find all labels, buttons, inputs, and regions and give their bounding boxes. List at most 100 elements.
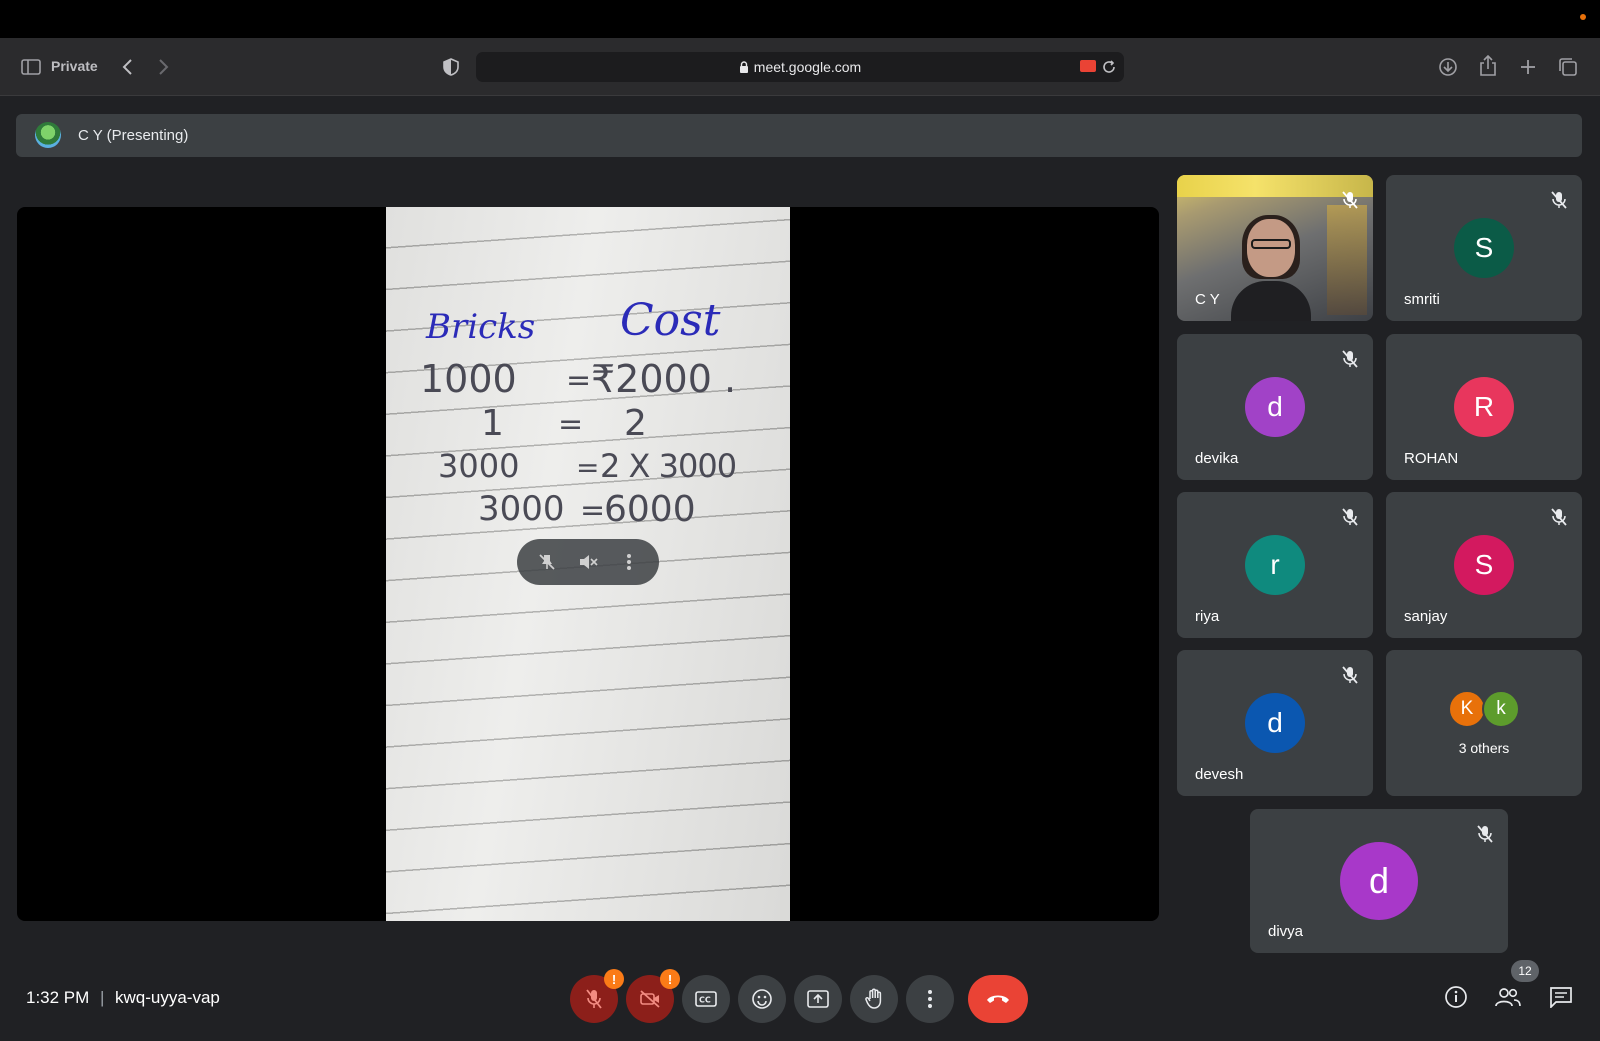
camera-off-icon (640, 990, 660, 1008)
presenter-label: C Y (Presenting) (78, 127, 189, 144)
participant-name: sanjay (1404, 608, 1448, 625)
muted-mic-icon (1339, 348, 1361, 370)
meeting-time: 1:32 PM (26, 988, 90, 1007)
participant-name: ROHAN (1404, 450, 1459, 467)
participant-tile-cy[interactable]: C Y (1177, 175, 1373, 321)
chat-button[interactable] (1546, 982, 1576, 1012)
avatar: R (1454, 377, 1514, 437)
avatar: d (1245, 377, 1305, 437)
camera-in-use-icon[interactable] (1080, 60, 1096, 72)
participant-name: devesh (1195, 766, 1244, 783)
participant-video (1231, 215, 1311, 321)
participant-tile-riya[interactable]: r riya (1177, 492, 1373, 638)
mic-off-icon (586, 989, 602, 1009)
info-icon (1445, 986, 1467, 1008)
reload-icon[interactable] (1100, 58, 1118, 76)
people-icon (1495, 988, 1521, 1007)
muted-mic-icon (1548, 189, 1570, 211)
end-call-icon (987, 995, 1009, 1003)
participant-name: divya (1268, 923, 1304, 940)
tab-overview-icon[interactable] (1556, 55, 1580, 79)
presentation-stage[interactable]: Bricks Cost 1000 = ₹2000 . 1 = 2 3000 = … (17, 207, 1159, 921)
handwritten-heading-bricks: Bricks (426, 307, 536, 347)
emoji-icon (752, 989, 772, 1009)
row-3-eq: = (576, 451, 600, 484)
participant-tile-devesh[interactable]: d devesh (1177, 650, 1373, 796)
participant-tile-others[interactable]: K k 3 others (1386, 650, 1582, 796)
row-1-eq: = (566, 363, 592, 398)
microphone-toggle-button[interactable]: ! (570, 969, 624, 1023)
participant-count-badge: 12 (1511, 960, 1539, 982)
row-1-right: ₹2000 . (591, 357, 737, 401)
browser-toolbar: Private meet.google.com (0, 38, 1600, 96)
muted-mic-icon (1339, 664, 1361, 686)
row-3-right: 2 X 3000 (600, 447, 737, 485)
download-icon[interactable] (1436, 55, 1460, 79)
present-screen-icon (807, 990, 829, 1008)
row-2-left: 1 (481, 403, 504, 444)
more-options-button[interactable] (906, 975, 954, 1023)
others-label: 3 others (1458, 740, 1510, 756)
more-options-icon[interactable] (614, 547, 644, 577)
camera-toggle-button[interactable]: ! (626, 969, 680, 1023)
address-bar[interactable]: meet.google.com (476, 52, 1124, 82)
presenter-avatar (35, 122, 61, 148)
url-text: meet.google.com (476, 59, 1124, 75)
row-2-eq: = (558, 407, 584, 442)
sidebar-toggle-icon[interactable] (20, 56, 42, 78)
muted-mic-icon (1339, 189, 1361, 211)
row-4-left: 3000 (478, 489, 565, 529)
svg-text:CC: CC (699, 996, 711, 1005)
forward-icon[interactable] (153, 56, 175, 78)
avatar: d (1245, 693, 1305, 753)
shield-icon[interactable] (440, 56, 462, 78)
avatar: S (1454, 535, 1514, 595)
mute-audio-icon[interactable] (573, 547, 603, 577)
new-tab-icon[interactable] (1516, 55, 1540, 79)
separator: | (100, 988, 105, 1007)
participant-tile-divya[interactable]: d divya (1250, 809, 1508, 953)
more-vert-icon (928, 990, 932, 1008)
share-icon[interactable] (1476, 54, 1500, 78)
people-button[interactable] (1493, 982, 1523, 1012)
hand-icon (865, 988, 882, 1009)
row-4-eq: = (580, 493, 606, 528)
private-mode-label: Private (51, 58, 98, 74)
presenter-banner: C Y (Presenting) (16, 114, 1582, 157)
avatar: k (1482, 690, 1520, 728)
meeting-code: kwq-uyya-vap (115, 988, 220, 1007)
row-4-right: 6000 (604, 489, 696, 530)
system-menu-bar (0, 0, 1600, 38)
avatar: S (1454, 218, 1514, 278)
avatar: d (1340, 842, 1418, 920)
avatar: K (1448, 690, 1486, 728)
participant-tile-sanjay[interactable]: S sanjay (1386, 492, 1582, 638)
present-now-button[interactable] (794, 975, 842, 1023)
captions-button[interactable]: CC (682, 975, 730, 1023)
unpin-icon[interactable] (532, 547, 562, 577)
muted-mic-icon (1548, 506, 1570, 528)
recording-indicator-dot (1580, 14, 1586, 20)
meeting-details-button[interactable] (1441, 982, 1471, 1012)
participant-name: C Y (1195, 291, 1220, 308)
participant-tile-smriti[interactable]: S smriti (1386, 175, 1582, 321)
captions-icon: CC (695, 991, 717, 1007)
warning-badge: ! (660, 969, 680, 989)
warning-badge: ! (604, 969, 624, 989)
participant-tile-devika[interactable]: d devika (1177, 334, 1373, 480)
handwritten-heading-cost: Cost (620, 295, 721, 346)
raise-hand-button[interactable] (850, 975, 898, 1023)
participant-tile-rohan[interactable]: R ROHAN (1386, 334, 1582, 480)
participant-name: smriti (1404, 291, 1440, 308)
meeting-controls-bar: 1:32 PM | kwq-uyya-vap ! ! CC 12 (0, 960, 1600, 1041)
lock-icon (739, 61, 748, 73)
participant-name: devika (1195, 450, 1239, 467)
row-1-left: 1000 (420, 357, 517, 401)
leave-call-button[interactable] (968, 975, 1028, 1023)
reactions-button[interactable] (738, 975, 786, 1023)
participant-name: riya (1195, 608, 1220, 625)
back-icon[interactable] (116, 56, 138, 78)
row-2-right: 2 (624, 403, 647, 444)
tile-hover-controls (517, 539, 659, 585)
muted-mic-icon (1474, 823, 1496, 845)
